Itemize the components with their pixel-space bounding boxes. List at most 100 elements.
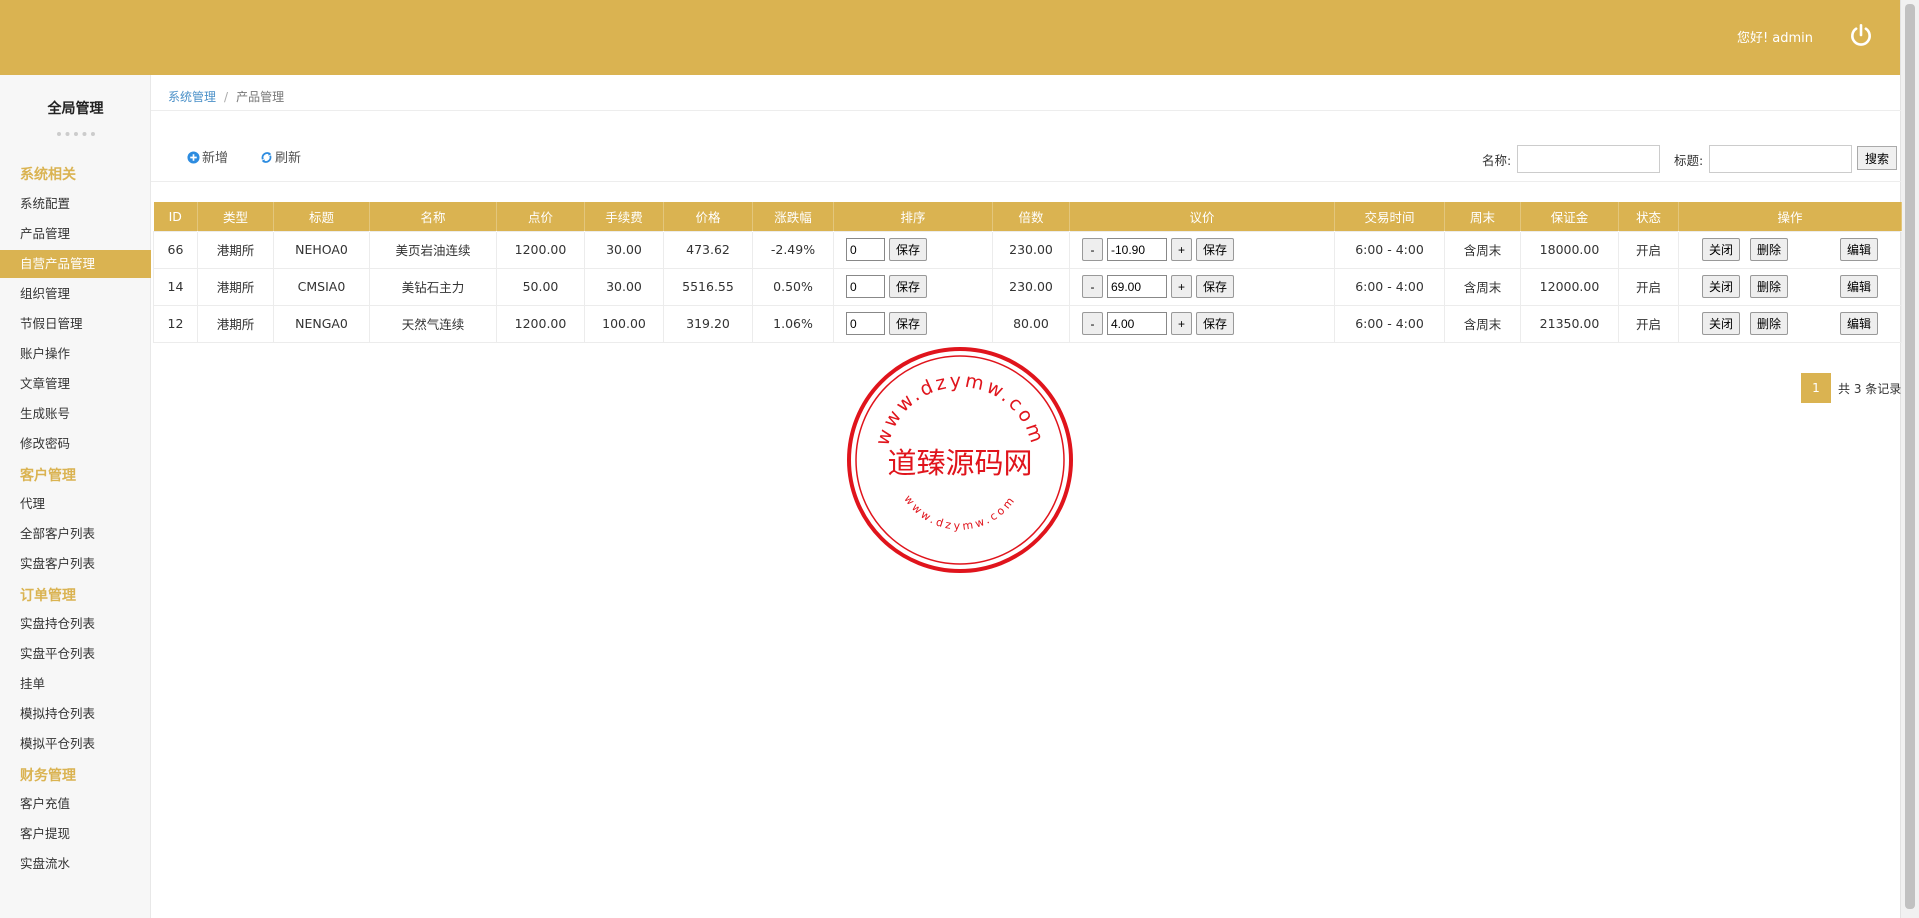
edit-button[interactable]: 编辑 xyxy=(1839,238,1878,261)
bargain-save-button[interactable]: 保存 xyxy=(1195,238,1234,261)
edit-button[interactable]: 编辑 xyxy=(1839,312,1878,335)
breadcrumb-parent-link[interactable]: 系统管理 xyxy=(168,90,216,104)
toolbar-divider xyxy=(151,181,1901,182)
sidebar-item-customer-deposit[interactable]: 客户充值 xyxy=(0,790,151,818)
user-greeting: 您好! admin xyxy=(1733,27,1813,46)
sort-input[interactable] xyxy=(846,238,885,261)
add-button-label: 新增 xyxy=(202,151,229,166)
delete-button[interactable]: 删除 xyxy=(1749,312,1788,335)
bargain-plus-button[interactable]: + xyxy=(1170,275,1192,298)
bargain-input[interactable] xyxy=(1106,275,1167,298)
col-header-weekend: 周末 xyxy=(1444,202,1521,231)
sidebar-item-org-manage[interactable]: 组织管理 xyxy=(0,280,151,308)
bargain-plus-button[interactable]: + xyxy=(1170,238,1192,261)
refresh-button[interactable]: 刷新 xyxy=(260,147,301,166)
sidebar-item-real-flow[interactable]: 实盘流水 xyxy=(0,850,151,878)
col-header-fee: 手续费 xyxy=(584,202,664,231)
bargain-input[interactable] xyxy=(1106,312,1167,335)
sidebar-item-product-manage[interactable]: 产品管理 xyxy=(0,220,151,248)
sidebar-section-orders[interactable]: 订单管理 xyxy=(20,585,76,605)
sidebar-item-article-manage[interactable]: 文章管理 xyxy=(0,370,151,398)
sidebar-item-system-config[interactable]: 系统配置 xyxy=(0,190,151,218)
watermark-stamp: www.dzymw.com www.dzymw.com 道臻源码网 xyxy=(847,347,1073,573)
sidebar: 全局管理 系统相关 系统配置 产品管理 自营产品管理 组织管理 节假日管理 账户… xyxy=(0,75,151,918)
sidebar-section-customer[interactable]: 客户管理 xyxy=(20,465,76,485)
cell-multiple: 80.00 xyxy=(992,304,1070,343)
sort-save-button[interactable]: 保存 xyxy=(888,238,927,261)
product-table: ID 类型 标题 名称 点价 手续费 价格 涨跌幅 排序 倍数 议价 交易时间 … xyxy=(153,202,1902,343)
cell-actions: 关闭 删除 编辑 xyxy=(1678,267,1902,306)
sidebar-title: 全局管理 xyxy=(47,101,104,117)
sidebar-item-own-product-manage[interactable]: 自营产品管理 xyxy=(0,250,151,278)
bargain-minus-button[interactable]: - xyxy=(1082,312,1103,335)
cell-price: 5516.55 xyxy=(663,267,753,306)
sidebar-item-sim-closed[interactable]: 模拟平仓列表 xyxy=(0,730,151,758)
pagination-page-1[interactable]: 1 xyxy=(1801,373,1831,403)
sort-save-button[interactable]: 保存 xyxy=(888,275,927,298)
bargain-plus-button[interactable]: + xyxy=(1170,312,1192,335)
sidebar-item-account-ops[interactable]: 账户操作 xyxy=(0,340,151,368)
cell-change: 1.06% xyxy=(752,304,834,343)
close-button[interactable]: 关闭 xyxy=(1701,238,1740,261)
cell-weekend: 含周末 xyxy=(1444,267,1521,306)
bargain-minus-button[interactable]: - xyxy=(1082,275,1103,298)
sidebar-item-real-closed[interactable]: 实盘平仓列表 xyxy=(0,640,151,668)
close-button[interactable]: 关闭 xyxy=(1701,275,1740,298)
bargain-save-button[interactable]: 保存 xyxy=(1195,312,1234,335)
sidebar-item-agent[interactable]: 代理 xyxy=(0,490,151,518)
cell-name: 美钻石主力 xyxy=(369,267,497,306)
search-button[interactable]: 搜索 xyxy=(1857,146,1897,170)
refresh-icon xyxy=(261,152,272,163)
col-header-type: 类型 xyxy=(197,202,274,231)
title-filter-input[interactable] xyxy=(1709,145,1852,173)
sidebar-item-change-password[interactable]: 修改密码 xyxy=(0,430,151,458)
sort-input[interactable] xyxy=(846,312,885,335)
col-header-margin: 保证金 xyxy=(1520,202,1619,231)
title-filter-label: 标题: xyxy=(1674,153,1704,168)
cell-hours: 6:00 - 4:00 xyxy=(1334,304,1445,343)
col-header-actions: 操作 xyxy=(1678,202,1902,231)
cell-type: 港期所 xyxy=(197,267,274,306)
cell-sort: 保存 xyxy=(833,230,993,269)
cell-point: 1200.00 xyxy=(496,230,585,269)
top-header-bar: 您好! admin xyxy=(0,0,1900,75)
sidebar-item-all-customers[interactable]: 全部客户列表 xyxy=(0,520,151,548)
sidebar-section-system[interactable]: 系统相关 xyxy=(20,164,76,184)
cell-status: 开启 xyxy=(1618,230,1679,269)
power-icon[interactable] xyxy=(1848,22,1874,48)
sidebar-item-sim-positions[interactable]: 模拟持仓列表 xyxy=(0,700,151,728)
scrollbar-thumb[interactable] xyxy=(1905,4,1915,909)
cell-price: 319.20 xyxy=(663,304,753,343)
breadcrumb-separator: / xyxy=(224,90,229,104)
sidebar-item-holiday-manage[interactable]: 节假日管理 xyxy=(0,310,151,338)
close-button[interactable]: 关闭 xyxy=(1701,312,1740,335)
cell-price: 473.62 xyxy=(663,230,753,269)
delete-button[interactable]: 删除 xyxy=(1749,275,1788,298)
name-filter-input[interactable] xyxy=(1517,145,1660,173)
sort-save-button[interactable]: 保存 xyxy=(888,312,927,335)
sort-input[interactable] xyxy=(846,275,885,298)
cell-code: NENGA0 xyxy=(273,304,370,343)
sidebar-section-finance[interactable]: 财务管理 xyxy=(20,765,76,785)
username: admin xyxy=(1772,31,1813,46)
cell-multiple: 230.00 xyxy=(992,267,1070,306)
sidebar-item-generate-account[interactable]: 生成账号 xyxy=(0,400,151,428)
cell-multiple: 230.00 xyxy=(992,230,1070,269)
cell-weekend: 含周末 xyxy=(1444,304,1521,343)
sidebar-item-real-customers[interactable]: 实盘客户列表 xyxy=(0,550,151,578)
cell-bargain: - + 保存 xyxy=(1069,230,1335,269)
edit-button[interactable]: 编辑 xyxy=(1839,275,1878,298)
bargain-minus-button[interactable]: - xyxy=(1082,238,1103,261)
cell-actions: 关闭 删除 编辑 xyxy=(1678,230,1902,269)
sidebar-divider xyxy=(57,132,95,136)
breadcrumb-current: 产品管理 xyxy=(236,90,285,104)
bargain-save-button[interactable]: 保存 xyxy=(1195,275,1234,298)
sidebar-item-pending-orders[interactable]: 挂单 xyxy=(0,670,151,698)
sidebar-item-real-positions[interactable]: 实盘持仓列表 xyxy=(0,610,151,638)
add-button[interactable]: 新增 xyxy=(187,147,228,166)
cell-code: CMSIA0 xyxy=(273,267,370,306)
page-scrollbar[interactable] xyxy=(1900,0,1919,918)
delete-button[interactable]: 删除 xyxy=(1749,238,1788,261)
bargain-input[interactable] xyxy=(1106,238,1167,261)
sidebar-item-customer-withdraw[interactable]: 客户提现 xyxy=(0,820,151,848)
